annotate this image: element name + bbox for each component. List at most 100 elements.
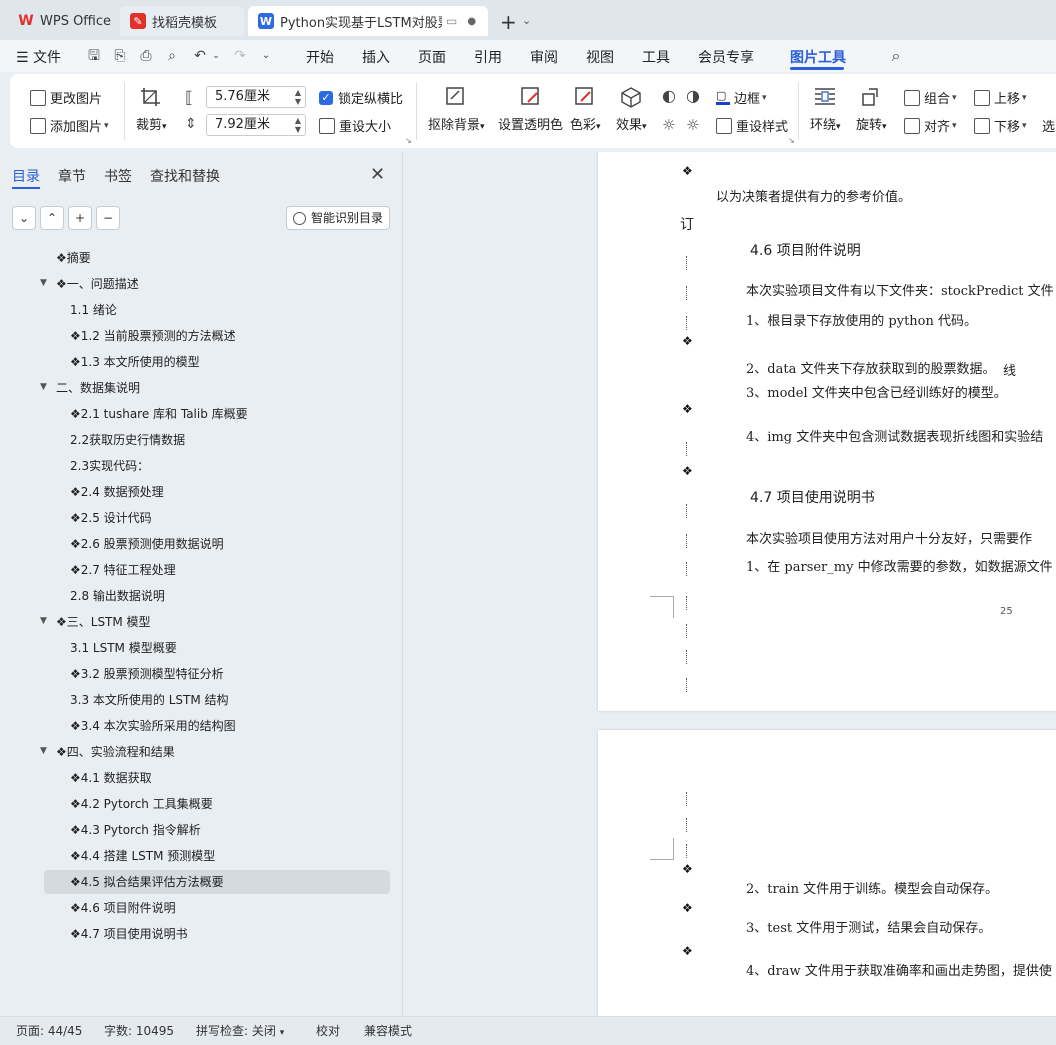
remove-heading-button[interactable]: − xyxy=(96,206,120,230)
menu-tools[interactable]: 工具 xyxy=(642,47,670,67)
toc-item[interactable]: ❖摘要 xyxy=(44,246,390,270)
tab-document[interactable]: W Python实现基于LSTM对股票走 ▭ ● xyxy=(248,6,488,36)
toc-item[interactable]: ❖4.2 Pytorch 工具集概要 xyxy=(44,792,390,816)
paragraph[interactable]: 以为决策者提供有力的参考价值。 xyxy=(716,186,911,205)
chevron-down-icon[interactable]: ⌄ xyxy=(208,48,224,64)
toc-item[interactable]: ❖2.5 设计代码 xyxy=(44,506,390,530)
paragraph[interactable]: 1、在 parser_my 中修改需要的参数，如数据源文件 xyxy=(746,556,1053,575)
set-transparent-button[interactable]: 设置透明色 xyxy=(498,86,563,133)
word-count[interactable]: 字数: 10495 xyxy=(104,1022,174,1039)
heading-4-6[interactable]: 4.6 项目附件说明 xyxy=(750,240,861,260)
toc-item[interactable]: ❖2.7 特征工程处理 xyxy=(44,558,390,582)
increase-contrast-icon[interactable]: ☼ xyxy=(662,116,675,134)
unsaved-dot-icon[interactable]: ● xyxy=(467,16,476,27)
expand-all-button[interactable]: ⌄ xyxy=(12,206,36,230)
heading-4-7[interactable]: 4.7 项目使用说明书 xyxy=(750,487,875,507)
tab-template[interactable]: ✎ 找稻壳模板 xyxy=(120,6,244,36)
menu-reference[interactable]: 引用 xyxy=(474,47,502,67)
paragraph[interactable]: 2、train 文件用于训练。模型会自动保存。 xyxy=(746,878,998,897)
caret-down-icon[interactable]: ▼ xyxy=(40,746,47,756)
height-input[interactable]: 7.92厘米 ▲ ▼ xyxy=(206,114,306,136)
increase-brightness-icon[interactable]: ◐ xyxy=(662,86,676,105)
toc-item[interactable]: 2.2获取历史行情数据 xyxy=(44,428,390,452)
toc-item[interactable]: ❖2.4 数据预处理 xyxy=(44,480,390,504)
paragraph[interactable]: 2、data 文件夹下存放获取到的股票数据。 xyxy=(746,358,995,377)
toc-item[interactable]: 3.1 LSTM 模型概要 xyxy=(44,636,390,660)
move-down-button[interactable]: 下移 ▾ xyxy=(974,116,1027,135)
wrap-button[interactable]: 环绕▾ xyxy=(810,86,841,133)
dialog-launcher-icon[interactable]: ↘ xyxy=(405,136,412,145)
toc-item[interactable]: 2.8 输出数据说明 xyxy=(44,584,390,608)
toc-item[interactable]: ❖三、LSTM 模型 xyxy=(44,610,390,634)
align-button[interactable]: 对齐 ▾ xyxy=(904,116,957,135)
effect-button[interactable]: 效果▾ xyxy=(616,86,647,133)
paragraph[interactable]: 本次实验项目使用方法对用户十分友好，只需要作 xyxy=(746,528,1032,547)
undo-icon[interactable]: ↶ xyxy=(192,48,208,64)
move-up-button[interactable]: 上移 ▾ xyxy=(974,88,1027,107)
caret-down-icon[interactable]: ▼ xyxy=(40,616,47,626)
proofread-button[interactable]: 校对 xyxy=(316,1022,340,1039)
crop-button[interactable]: 裁剪▾ xyxy=(136,86,167,133)
toc-item[interactable]: ❖4.5 拟合结果评估方法概要 xyxy=(44,870,390,894)
caret-down-icon[interactable]: ▼ xyxy=(40,382,47,392)
more-chevron-icon[interactable]: ⌄ xyxy=(258,48,274,64)
toc-item[interactable]: ❖一、问题描述 xyxy=(44,272,390,296)
menu-member[interactable]: 会员专享 xyxy=(698,47,754,67)
redo-icon[interactable]: ↷ xyxy=(232,48,248,64)
color-button[interactable]: 色彩▾ xyxy=(570,86,601,133)
toc-item[interactable]: ❖4.3 Pytorch 指令解析 xyxy=(44,818,390,842)
file-menu-button[interactable]: ☰ 文件 xyxy=(16,47,61,67)
toc-item[interactable]: ❖1.2 当前股票预测的方法概述 xyxy=(44,324,390,348)
toc-item[interactable]: ❖3.2 股票预测模型特征分析 xyxy=(44,662,390,686)
caret-down-icon[interactable]: ▼ xyxy=(40,278,47,288)
paragraph[interactable]: 4、draw 文件用于获取准确率和画出走势图，提供使 xyxy=(746,960,1052,979)
decrease-brightness-icon[interactable]: ◑ xyxy=(686,86,700,105)
paragraph[interactable]: 1、根目录下存放使用的 python 代码。 xyxy=(746,310,977,329)
toc-item[interactable]: ❖四、实验流程和结果 xyxy=(44,740,390,764)
select-pane-button[interactable]: 选 xyxy=(1042,116,1055,135)
reset-style-button[interactable]: 重设样式 xyxy=(716,116,788,135)
paragraph[interactable]: 4、img 文件夹中包含测试数据表现折线图和实验结 xyxy=(746,426,1043,445)
toc-item[interactable]: ❖2.1 tushare 库和 Talib 库概要 xyxy=(44,402,390,426)
dialog-launcher-icon[interactable]: ↘ xyxy=(788,136,795,145)
nav-tab-toc[interactable]: 目录 xyxy=(12,166,40,186)
toc-item[interactable]: ❖4.1 数据获取 xyxy=(44,766,390,790)
menu-start[interactable]: 开始 xyxy=(306,47,334,67)
tab-wps-office[interactable]: W WPS Office xyxy=(8,6,116,36)
toc-item[interactable]: ❖4.6 项目附件说明 xyxy=(44,896,390,920)
reset-size-button[interactable]: 重设大小 xyxy=(319,116,391,135)
save-icon[interactable]: 🖫 xyxy=(86,48,102,64)
search-icon[interactable]: ⌕ xyxy=(888,48,904,64)
nav-tab-find-replace[interactable]: 查找和替换 xyxy=(150,166,220,186)
paragraph[interactable]: 3、test 文件用于测试，结果会自动保存。 xyxy=(746,917,991,936)
nav-tab-bookmarks[interactable]: 书签 xyxy=(104,166,132,186)
toc-item[interactable]: ❖2.6 股票预测使用数据说明 xyxy=(44,532,390,556)
remove-background-button[interactable]: 抠除背景▾ xyxy=(428,86,485,133)
nav-tab-chapters[interactable]: 章节 xyxy=(58,166,86,186)
spell-check-toggle[interactable]: 拼写检查: 关闭 ▾ xyxy=(196,1022,284,1039)
smart-toc-button[interactable]: 智能识别目录 xyxy=(286,206,390,230)
change-picture-button[interactable]: 更改图片 xyxy=(30,88,102,107)
menu-picture-tools[interactable]: 图片工具 xyxy=(790,47,846,67)
page-indicator[interactable]: 页面: 44/45 xyxy=(16,1022,82,1039)
rotate-button[interactable]: 旋转▾ xyxy=(856,86,887,133)
print-icon[interactable]: ⎙ xyxy=(138,48,154,64)
menu-page[interactable]: 页面 xyxy=(418,47,446,67)
border-button[interactable]: ▢ 边框 ▾ xyxy=(716,88,767,107)
decrease-contrast-icon[interactable]: ☼ xyxy=(686,116,699,134)
toc-item[interactable]: ❖4.7 项目使用说明书 xyxy=(44,922,390,946)
new-tab-button[interactable]: + xyxy=(500,10,517,34)
toc-item[interactable]: 1.1 绪论 xyxy=(44,298,390,322)
chevron-down-icon[interactable]: ⌄ xyxy=(522,14,531,27)
menu-view[interactable]: 视图 xyxy=(586,47,614,67)
add-picture-button[interactable]: 添加图片 ▾ xyxy=(30,116,109,135)
paragraph[interactable]: 3、model 文件夹中包含已经训练好的模型。 xyxy=(746,382,1007,401)
paragraph[interactable]: 本次实验项目文件有以下文件夹：stockPredict 文件 xyxy=(746,280,1054,299)
menu-review[interactable]: 审阅 xyxy=(530,47,558,67)
spinner-arrows-icon[interactable]: ▲ ▼ xyxy=(295,88,301,106)
close-icon[interactable]: ✕ xyxy=(370,164,385,185)
share-icon[interactable]: ⎘ xyxy=(112,48,128,64)
lock-ratio-checkbox[interactable]: ✓ 锁定纵横比 xyxy=(319,88,403,107)
toc-item[interactable]: 3.3 本文所使用的 LSTM 结构 xyxy=(44,688,390,712)
toc-item[interactable]: ❖4.4 搭建 LSTM 预测模型 xyxy=(44,844,390,868)
